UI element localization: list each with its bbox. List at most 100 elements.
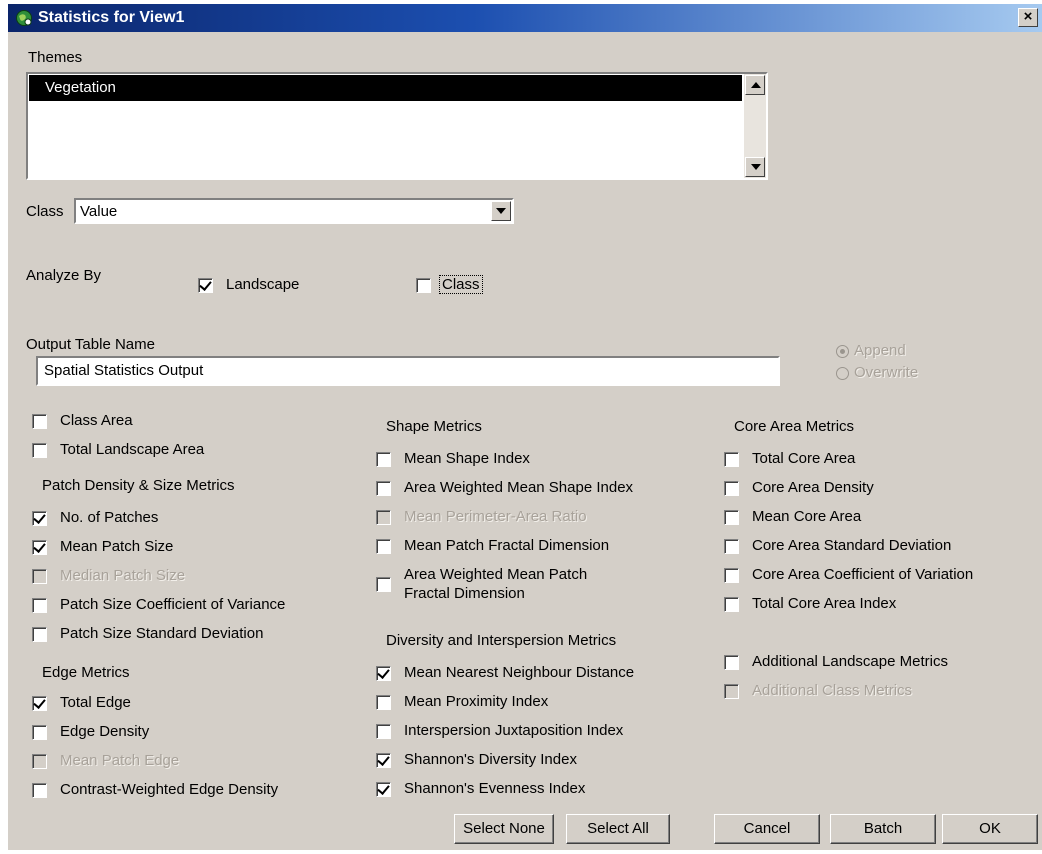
awm-patch-fractal-label-line2: Fractal Dimension (404, 585, 525, 602)
awm-shape-index-label: Area Weighted Mean Shape Index (404, 479, 634, 496)
core-area-density-label: Core Area Density (752, 479, 874, 496)
select-all-button[interactable]: Select All (566, 814, 670, 844)
median-patch-size-label: Median Patch Size (60, 567, 186, 584)
analyze-by-label: Analyze By (26, 267, 102, 284)
mean-patch-edge-label: Mean Patch Edge (60, 752, 180, 769)
output-table-name-field[interactable] (36, 356, 780, 386)
arrow-up-icon (751, 82, 761, 88)
arrow-down-icon (751, 164, 761, 170)
mean-perimeter-area-label: Mean Perimeter-Area Ratio (404, 508, 587, 525)
mean-patch-fractal-checkbox[interactable] (376, 539, 391, 554)
additional-class-checkbox (724, 684, 739, 699)
class-checkbox[interactable] (416, 278, 431, 293)
class-area-label: Class Area (60, 412, 133, 429)
core-area-sd-checkbox[interactable] (724, 539, 739, 554)
mean-nn-distance-checkbox[interactable] (376, 666, 391, 681)
overwrite-radio[interactable] (836, 367, 849, 380)
mean-shape-index-label: Mean Shape Index (404, 450, 530, 467)
core-area-header: Core Area Metrics (734, 418, 855, 435)
append-radio[interactable] (836, 345, 849, 358)
shannon-diversity-label: Shannon's Diversity Index (404, 751, 577, 768)
core-area-cov-label: Core Area Coefficient of Variation (752, 566, 974, 583)
scroll-down-button[interactable] (745, 157, 765, 177)
patch-density-header: Patch Density & Size Metrics (42, 477, 235, 494)
shannon-diversity-checkbox[interactable] (376, 753, 391, 768)
title-bar[interactable]: Statistics for View1 × (8, 4, 1042, 32)
total-landscape-area-checkbox[interactable] (32, 443, 47, 458)
no-of-patches-label: No. of Patches (60, 509, 159, 526)
checkmark-icon (377, 782, 390, 795)
themes-listbox[interactable]: Vegetation (26, 72, 768, 180)
append-label: Append (854, 342, 906, 359)
checkmark-icon (33, 511, 46, 524)
patch-size-cov-checkbox[interactable] (32, 598, 47, 613)
no-of-patches-checkbox[interactable] (32, 511, 47, 526)
total-core-area-checkbox[interactable] (724, 452, 739, 467)
total-core-area-index-checkbox[interactable] (724, 597, 739, 612)
shannon-evenness-label: Shannon's Evenness Index (404, 780, 586, 797)
awm-patch-fractal-checkbox[interactable] (376, 577, 391, 592)
landscape-checkbox[interactable] (198, 278, 213, 293)
mean-patch-size-label: Mean Patch Size (60, 538, 174, 555)
interspersion-checkbox[interactable] (376, 724, 391, 739)
close-button[interactable]: × (1018, 8, 1038, 27)
themes-scrollbar[interactable] (744, 74, 766, 178)
output-table-name-input[interactable] (38, 358, 770, 382)
select-none-button[interactable]: Select None (454, 814, 554, 844)
class-dropdown-button[interactable] (491, 201, 511, 221)
mean-nn-distance-label: Mean Nearest Neighbour Distance (404, 664, 635, 681)
contrast-edge-density-label: Contrast-Weighted Edge Density (60, 781, 279, 798)
class-label: Class (26, 203, 64, 220)
checkmark-icon (377, 753, 390, 766)
total-landscape-area-label: Total Landscape Area (60, 441, 205, 458)
core-area-cov-checkbox[interactable] (724, 568, 739, 583)
mean-proximity-label: Mean Proximity Index (404, 693, 549, 710)
additional-class-label: Additional Class Metrics (752, 682, 913, 699)
total-edge-label: Total Edge (60, 694, 131, 711)
class-dropdown[interactable]: Value (74, 198, 514, 224)
edge-metrics-header: Edge Metrics (42, 664, 130, 681)
patch-size-sd-label: Patch Size Standard Deviation (60, 625, 264, 642)
checkmark-icon (377, 666, 390, 679)
cancel-button[interactable]: Cancel (714, 814, 820, 844)
edge-density-checkbox[interactable] (32, 725, 47, 740)
total-core-area-label: Total Core Area (752, 450, 856, 467)
total-core-area-index-label: Total Core Area Index (752, 595, 897, 612)
chevron-down-icon (496, 208, 506, 214)
checkmark-icon (199, 278, 212, 291)
core-area-sd-label: Core Area Standard Deviation (752, 537, 952, 554)
median-patch-size-checkbox (32, 569, 47, 584)
app-globe-icon (16, 10, 32, 26)
contrast-edge-density-checkbox[interactable] (32, 783, 47, 798)
mean-perimeter-area-checkbox (376, 510, 391, 525)
class-area-checkbox[interactable] (32, 414, 47, 429)
themes-label: Themes (28, 49, 83, 66)
mean-patch-edge-checkbox (32, 754, 47, 769)
additional-landscape-label: Additional Landscape Metrics (752, 653, 948, 670)
core-area-density-checkbox[interactable] (724, 481, 739, 496)
batch-button[interactable]: Batch (830, 814, 936, 844)
shape-metrics-header: Shape Metrics (386, 418, 482, 435)
ok-button[interactable]: OK (942, 814, 1038, 844)
awm-shape-index-checkbox[interactable] (376, 481, 391, 496)
overwrite-label: Overwrite (854, 364, 919, 381)
awm-patch-fractal-label-line1: Area Weighted Mean Patch (404, 566, 588, 583)
patch-size-sd-checkbox[interactable] (32, 627, 47, 642)
close-icon: × (1023, 8, 1033, 25)
mean-patch-size-checkbox[interactable] (32, 540, 47, 555)
additional-landscape-checkbox[interactable] (724, 655, 739, 670)
shannon-evenness-checkbox[interactable] (376, 782, 391, 797)
output-table-label: Output Table Name (26, 336, 155, 353)
patch-size-cov-label: Patch Size Coefficient of Variance (60, 596, 286, 613)
window-title: Statistics for View1 (38, 9, 185, 26)
radio-dot-icon (840, 349, 845, 354)
total-edge-checkbox[interactable] (32, 696, 47, 711)
mean-shape-index-checkbox[interactable] (376, 452, 391, 467)
mean-core-area-checkbox[interactable] (724, 510, 739, 525)
scroll-up-button[interactable] (745, 75, 765, 95)
mean-proximity-checkbox[interactable] (376, 695, 391, 710)
mean-patch-fractal-label: Mean Patch Fractal Dimension (404, 537, 610, 554)
edge-density-label: Edge Density (60, 723, 150, 740)
checkmark-icon (33, 540, 46, 553)
theme-item-vegetation[interactable]: Vegetation (29, 75, 742, 101)
